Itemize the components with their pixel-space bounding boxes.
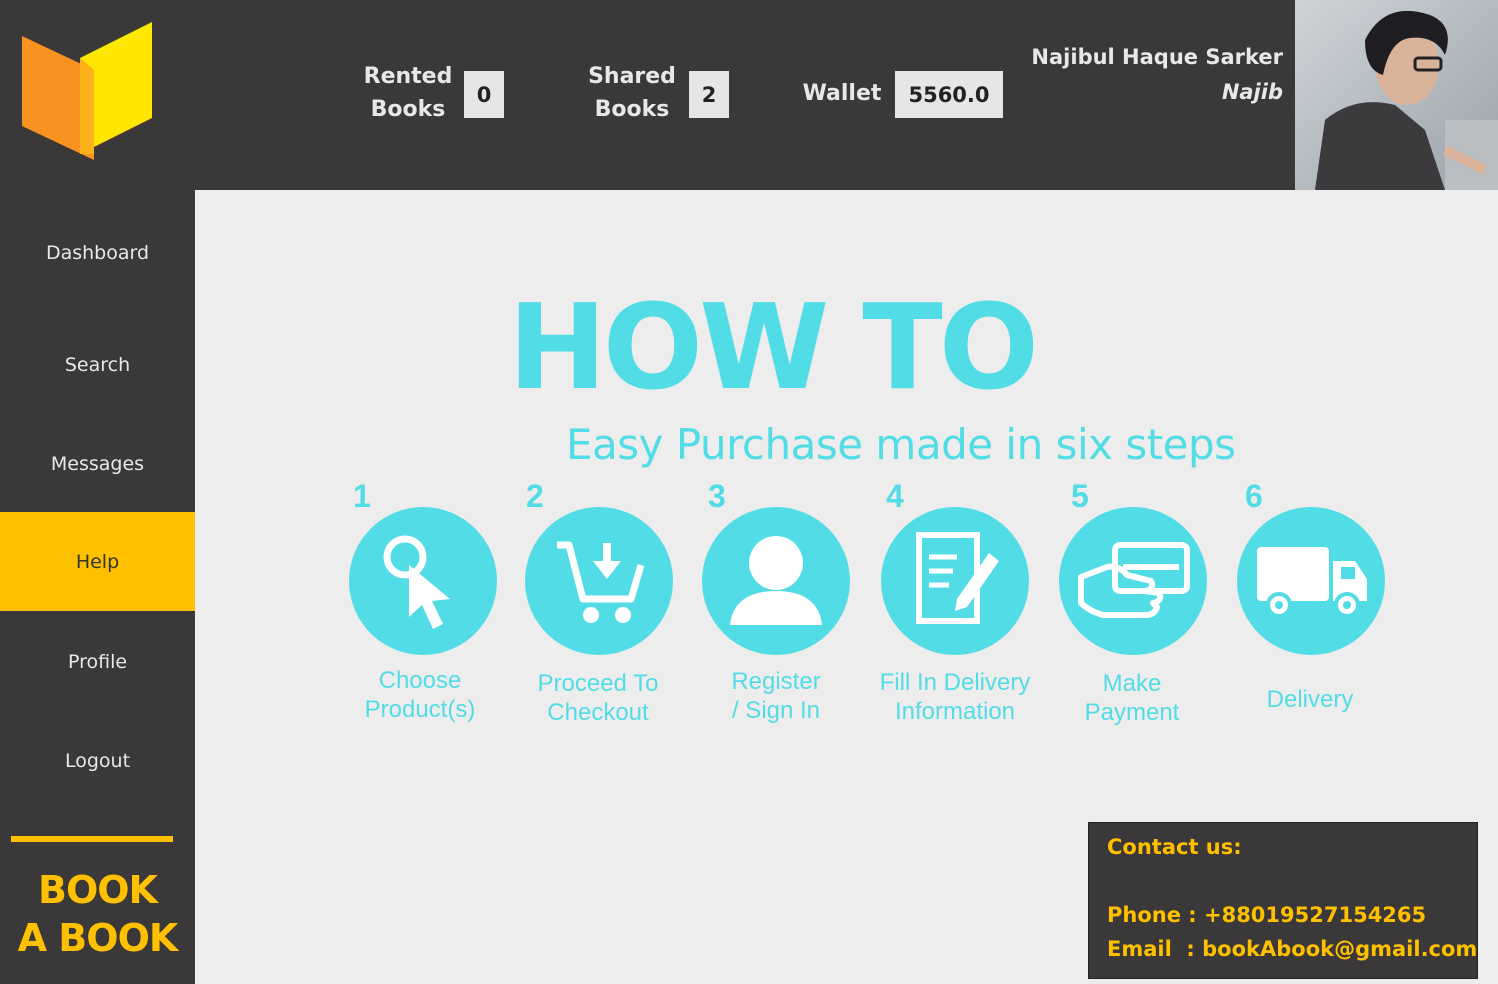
- shared-books-count: 2: [689, 71, 729, 118]
- sidebar-item-help[interactable]: Help: [0, 512, 195, 611]
- top-bar: Rented Books 0 Shared Books 2 Wallet 556…: [0, 0, 1498, 190]
- wallet-balance: 5560.0: [895, 71, 1003, 118]
- rented-books-label: Rented Books: [363, 64, 453, 122]
- user-full-name: Najibul Haque Sarker: [1031, 45, 1283, 69]
- page-subtitle: Easy Purchase made in six steps: [566, 420, 1236, 469]
- wallet-label: Wallet: [802, 81, 882, 106]
- step-5-label: Make Payment: [1084, 670, 1180, 726]
- shared-books-label: Shared Books: [588, 64, 676, 122]
- brand-divider: [11, 836, 173, 842]
- form-edit-icon: [881, 507, 1029, 655]
- contact-heading: Contact us:: [1107, 835, 1242, 859]
- brand-text-line1: BOOK: [37, 868, 158, 912]
- avatar[interactable]: [1295, 0, 1498, 190]
- rented-books-count: 0: [464, 71, 504, 118]
- phone-number[interactable]: +88019527154265: [1204, 903, 1426, 927]
- brand-text-line2: A BOOK: [17, 916, 179, 960]
- sidebar-item-dashboard[interactable]: Dashboard: [0, 203, 195, 302]
- sidebar-item-profile[interactable]: Profile: [0, 612, 195, 711]
- email-link[interactable]: bookAbook@gmail.com: [1202, 937, 1477, 961]
- cursor-click-icon: [349, 507, 497, 655]
- card-payment-icon: [1059, 507, 1207, 655]
- sidebar-item-search[interactable]: Search: [0, 315, 195, 414]
- cart-download-icon: [525, 507, 673, 655]
- truck-icon: [1237, 507, 1385, 655]
- step-4-label: Fill In Delivery Information: [879, 669, 1031, 725]
- contact-box: Contact us: Phone : +88019527154265 Emai…: [1088, 822, 1478, 979]
- contact-phone: Phone : +88019527154265: [1107, 903, 1427, 927]
- step-1-label: Choose Product(s): [364, 667, 476, 723]
- step-2-label: Proceed To Checkout: [537, 670, 659, 726]
- page-title: HOW TO: [508, 278, 1039, 416]
- sidebar-item-logout[interactable]: Logout: [0, 711, 195, 810]
- contact-email: Email : bookAbook@gmail.com: [1107, 937, 1478, 961]
- step-3-label: Register / Sign In: [731, 668, 821, 724]
- user-nickname: Najib: [1221, 80, 1283, 104]
- step-6-label: Delivery: [1266, 686, 1354, 713]
- sidebar-item-messages[interactable]: Messages: [0, 414, 195, 513]
- app-logo-icon[interactable]: [18, 18, 158, 164]
- user-icon: [702, 507, 850, 655]
